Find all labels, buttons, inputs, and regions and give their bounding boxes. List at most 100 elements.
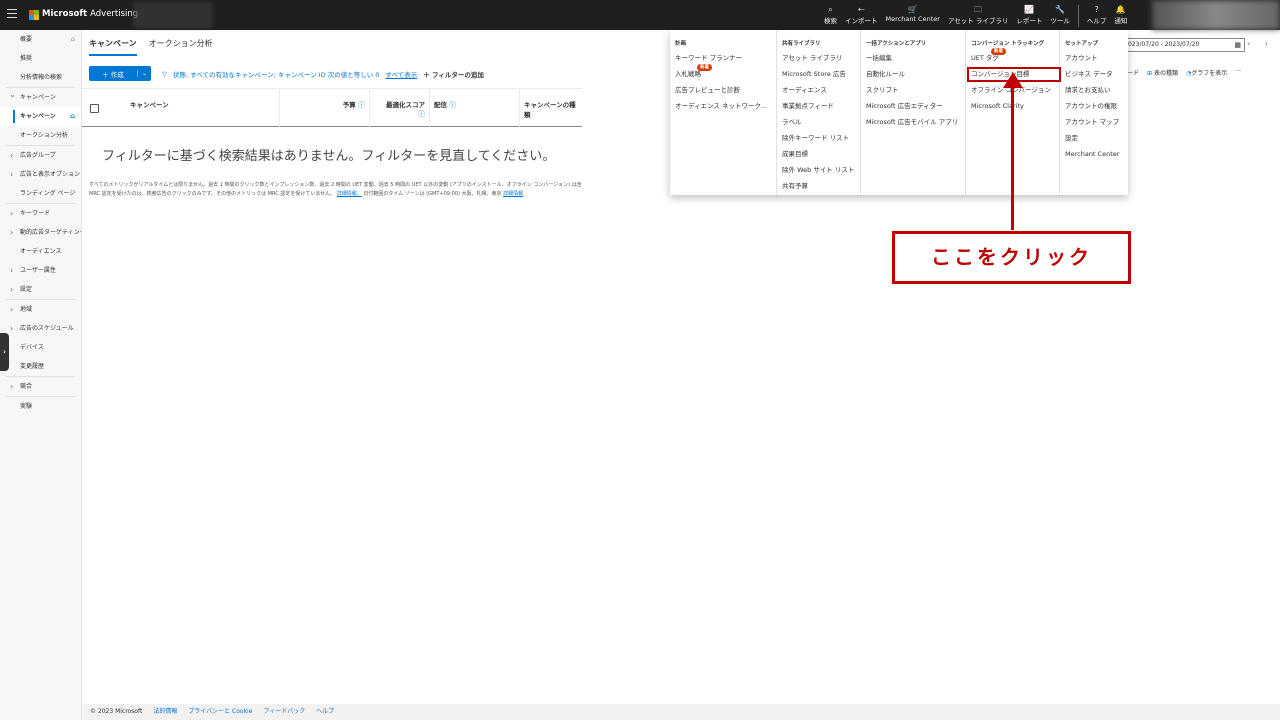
sidebar-item[interactable]: 地域: [0, 300, 81, 319]
menu-item[interactable]: 除外キーワード リスト: [782, 130, 855, 146]
info-icon[interactable]: ⓘ: [418, 110, 425, 118]
sidebar-item[interactable]: ユーザー属性: [0, 261, 81, 280]
menu-item[interactable]: 成果目標: [782, 146, 855, 162]
select-all-checkbox[interactable]: [90, 104, 99, 113]
menu-item[interactable]: キーワード プランナー: [675, 50, 771, 66]
sidebar-item[interactable]: 変更履歴: [0, 357, 81, 376]
sidebar-item[interactable]: 分析情報の検索: [0, 68, 81, 87]
details-link[interactable]: 詳細情報: [503, 191, 523, 197]
tab-auction-insights[interactable]: オークション分析: [149, 38, 213, 56]
sidebar-item-label: 変更履歴: [20, 363, 45, 370]
more-options-icon[interactable]: ···: [1235, 68, 1241, 77]
topbar-bell-button[interactable]: 🔔 通知: [1110, 5, 1131, 27]
menu-item[interactable]: オーディエンス: [782, 82, 855, 98]
sidebar-item[interactable]: 動的広告ターゲティング: [0, 223, 81, 242]
menu-item[interactable]: 入札戦略 新着: [675, 64, 771, 82]
topbar-help-button[interactable]: ? ヘルプ: [1083, 5, 1111, 27]
table-type-button[interactable]: ⊞ 表の種類: [1147, 68, 1178, 77]
topbar-chart-button[interactable]: 📈 レポート: [1012, 5, 1046, 27]
filter-status-text[interactable]: 状態: すべての有効なキャンペーン; キャンペーン ID 次の値と等しい 0: [173, 69, 379, 79]
create-button[interactable]: ＋ 作成 ⌄: [89, 66, 151, 81]
product-brand[interactable]: Microsoft Advertising: [42, 9, 138, 19]
column-budget[interactable]: 予算 ⓘ: [280, 89, 370, 127]
menu-item[interactable]: オーディエンス ネットワーク...: [675, 98, 771, 114]
menu-item[interactable]: Microsoft Store 広告: [782, 66, 855, 82]
sidebar-item[interactable]: キーワード: [0, 204, 81, 223]
sidebar-item[interactable]: キャンペーン: [0, 88, 81, 107]
topbar-cart-button[interactable]: 🛒 Merchant Center: [882, 5, 944, 27]
show-chart-button[interactable]: ◔グラフを表示: [1186, 68, 1227, 77]
column-delivery[interactable]: 配信 ⓘ: [430, 89, 520, 127]
menu-item[interactable]: 設定: [1065, 130, 1123, 146]
topbar-library-button[interactable]: 🗀 アセット ライブラリ: [944, 5, 1012, 27]
info-icon[interactable]: ⓘ: [449, 101, 456, 109]
tool-partial-label[interactable]: ード: [1127, 68, 1139, 77]
menu-item[interactable]: アカウント マップ: [1065, 114, 1123, 130]
menu-item[interactable]: アカウント: [1065, 50, 1123, 66]
menu-item[interactable]: ビジネス データ: [1065, 66, 1123, 82]
column-optimization-score[interactable]: 最適化スコア ⓘ: [370, 89, 430, 127]
annotation-arrow: [1002, 72, 1023, 230]
menu-item[interactable]: アカウントの権限: [1065, 98, 1123, 114]
menu-item[interactable]: 広告プレビューと診断: [675, 82, 771, 98]
menu-item[interactable]: Microsoft 広告モバイル アプリ: [866, 114, 960, 130]
menu-column-header: セットアップ: [1065, 41, 1099, 47]
date-range-picker[interactable]: 023/07/20 - 2023/07/20 ▦: [1127, 38, 1245, 52]
menu-item[interactable]: スクリプト: [866, 82, 960, 98]
sidebar-item[interactable]: 設定: [0, 280, 81, 299]
show-all-link[interactable]: すべて表示: [385, 69, 417, 79]
date-nav-arrows[interactable]: ‹ ›: [1247, 39, 1274, 48]
menu-item[interactable]: アセット ライブラリ: [782, 50, 855, 66]
account-name-blurred[interactable]: [133, 2, 213, 28]
home-icon[interactable]: ⌂: [70, 107, 75, 126]
menu-item-label: アセット ライブラリ: [782, 54, 843, 62]
menu-item[interactable]: 除外 Web サイト リスト: [782, 162, 855, 178]
menu-item[interactable]: 自動化ルール: [866, 66, 960, 82]
grid-header: キャンペーン 予算 ⓘ 最適化スコア ⓘ 配信 ⓘ キャンペーンの種類: [82, 88, 582, 127]
menu-item[interactable]: 事業拠点フィード: [782, 98, 855, 114]
footer-link-feedback[interactable]: フィードバック: [263, 708, 305, 715]
footer-link-help[interactable]: ヘルプ: [316, 708, 334, 715]
sidebar-item[interactable]: 実験: [0, 397, 81, 416]
menu-item[interactable]: ラベル: [782, 114, 855, 130]
tab-campaigns[interactable]: キャンペーン: [89, 38, 137, 56]
menu-item[interactable]: Microsoft 広告エディター: [866, 98, 960, 114]
add-filter-button[interactable]: ＋ フィルターの追加: [423, 69, 484, 79]
filter-icon: ▽: [162, 70, 167, 78]
sidebar-item[interactable]: 概要 ⌂: [0, 30, 81, 49]
menu-column-header: 一括アクションとアプリ: [866, 41, 927, 47]
collapse-nav-toggle[interactable]: ›: [0, 333, 9, 371]
menu-item[interactable]: UET タグ 新着: [971, 48, 1054, 66]
sidebar-item[interactable]: オーディエンス: [0, 242, 81, 261]
menu-item[interactable]: Merchant Center: [1065, 146, 1123, 162]
sidebar-item[interactable]: オークション分析: [0, 126, 81, 145]
sidebar-item-label: 動的広告ターゲティング: [20, 229, 81, 236]
menu-item[interactable]: 請求とお支払い: [1065, 82, 1123, 98]
chevron-down-icon[interactable]: ⌄: [137, 70, 151, 77]
footer-link-privacy[interactable]: プライバシーと Cookie: [188, 708, 252, 715]
menu-item[interactable]: 共有予算: [782, 178, 855, 194]
sidebar-item[interactable]: 競合: [0, 377, 81, 396]
sidebar-item[interactable]: 広告と表示オプション: [0, 165, 81, 184]
calendar-icon[interactable]: ▦: [1234, 39, 1241, 51]
topbar-search-button[interactable]: ⌕ 検索: [820, 5, 841, 27]
footer-link-legal[interactable]: 法的情報: [153, 708, 177, 715]
sidebar-item[interactable]: 推奨: [0, 49, 81, 68]
topbar-wrench-button[interactable]: 🔧 ツール: [1046, 5, 1074, 27]
column-campaign-type[interactable]: キャンペーンの種類: [520, 89, 582, 127]
home-icon[interactable]: ⌂: [71, 30, 75, 49]
create-button-label[interactable]: ＋ 作成: [89, 69, 137, 79]
hamburger-menu-icon[interactable]: [7, 9, 17, 19]
sidebar-item[interactable]: 広告のスケジュール: [0, 319, 81, 338]
sidebar-item[interactable]: デバイス: [0, 338, 81, 357]
sidebar-item[interactable]: キャンペーン ⌂: [0, 107, 81, 126]
topbar-import-button[interactable]: ⇠ インポート: [841, 5, 882, 27]
user-account-blurred[interactable]: [1152, 0, 1280, 30]
details-link[interactable]: 詳細情報。: [337, 191, 362, 197]
menu-item-label: UET タグ: [971, 54, 999, 62]
column-campaign[interactable]: キャンペーン: [126, 89, 280, 127]
sidebar-item[interactable]: 広告グループ: [0, 146, 81, 165]
menu-item[interactable]: 一括編集: [866, 50, 960, 66]
info-icon[interactable]: ⓘ: [358, 101, 365, 109]
sidebar-item[interactable]: ランディング ページ: [0, 184, 81, 203]
